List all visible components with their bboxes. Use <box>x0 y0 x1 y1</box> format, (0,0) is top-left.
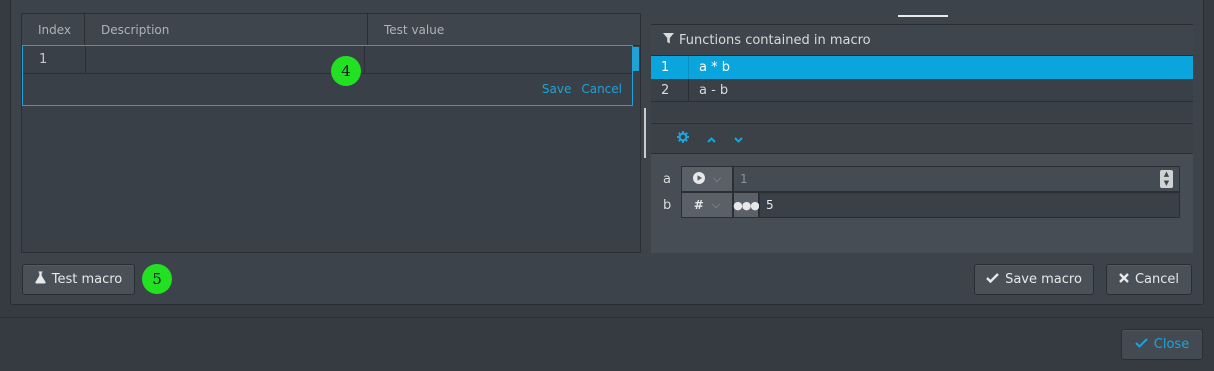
cancel-button[interactable]: Cancel <box>1106 264 1192 295</box>
row-save-link[interactable]: Save <box>542 82 571 96</box>
function-expression: a * b <box>699 60 730 75</box>
chevron-up-icon[interactable] <box>707 132 716 146</box>
function-row[interactable]: 1 a * b <box>651 56 1193 79</box>
test-macro-button[interactable]: Test macro <box>22 264 135 295</box>
argument-value-text: 1 <box>740 172 748 186</box>
hash-icon: # <box>693 198 704 212</box>
active-tab-indicator <box>898 15 948 17</box>
number-stepper[interactable]: ▲ ▼ <box>1160 170 1173 188</box>
argument-value-input[interactable]: 5 <box>759 192 1180 218</box>
argument-type-dropdown[interactable]: # ⌵ <box>681 192 733 218</box>
column-header-description[interactable]: Description <box>85 14 368 46</box>
functions-panel-title: Functions contained in macro <box>679 32 871 48</box>
function-index: 2 <box>651 79 689 101</box>
panel-splitter[interactable] <box>644 108 646 158</box>
chevron-down-icon: ⌵ <box>712 172 722 185</box>
save-macro-button[interactable]: Save macro <box>974 264 1094 295</box>
argument-name: b <box>663 197 672 213</box>
test-macro-label: Test macro <box>51 272 123 287</box>
arguments-panel: a ⌵ 1 ▲ ▼ b # ⌵ ●●● 5 <box>651 123 1193 253</box>
functions-panel: Functions contained in macro 1 a * b 2 a… <box>651 24 1193 122</box>
gear-icon[interactable] <box>677 131 689 146</box>
footer-divider <box>0 317 1214 318</box>
function-index: 1 <box>651 56 689 79</box>
save-macro-label: Save macro <box>1005 272 1082 287</box>
param-test-value-input[interactable] <box>365 46 632 74</box>
check-icon <box>1135 337 1148 352</box>
params-table: Index Description Test value 1 Save Cance… <box>21 13 641 253</box>
row-scroll-indicator <box>633 47 639 71</box>
column-header-index[interactable]: Index <box>22 14 85 46</box>
functions-panel-header: Functions contained in macro <box>651 25 1193 56</box>
argument-value-text: 5 <box>766 198 774 212</box>
more-options-button[interactable]: ●●● <box>733 192 760 218</box>
callout-badge-4: 4 <box>331 56 361 86</box>
callout-badge-5: 5 <box>142 264 172 294</box>
row-cancel-link[interactable]: Cancel <box>581 82 622 96</box>
argument-type-dropdown[interactable]: ⌵ <box>681 166 733 192</box>
arguments-toolbar <box>651 124 1193 154</box>
param-edit-row: 1 Save Cancel <box>22 45 633 106</box>
close-label: Close <box>1153 337 1190 352</box>
flask-icon <box>35 271 46 288</box>
param-index-cell: 1 <box>23 46 86 74</box>
play-circle-icon <box>692 171 705 187</box>
params-table-header: Index Description Test value <box>22 14 640 46</box>
function-row[interactable]: 2 a - b <box>651 79 1193 102</box>
column-header-test-value[interactable]: Test value <box>368 14 640 46</box>
close-icon <box>1119 272 1129 287</box>
argument-name: a <box>663 171 671 187</box>
chevron-down-icon[interactable] <box>734 132 743 146</box>
argument-value-input[interactable]: 1 ▲ ▼ <box>733 166 1180 192</box>
param-description-input[interactable] <box>86 46 365 74</box>
chevron-down-icon: ⌵ <box>711 198 721 211</box>
check-icon <box>986 272 999 287</box>
argument-row-a: a ⌵ 1 ▲ ▼ <box>663 166 1180 192</box>
cancel-label: Cancel <box>1134 272 1180 287</box>
function-expression: a - b <box>699 83 729 98</box>
filter-icon <box>663 25 674 56</box>
argument-row-b: b # ⌵ ●●● 5 <box>663 192 1180 218</box>
close-button[interactable]: Close <box>1121 329 1203 360</box>
ellipsis-icon: ●●● <box>733 198 760 212</box>
